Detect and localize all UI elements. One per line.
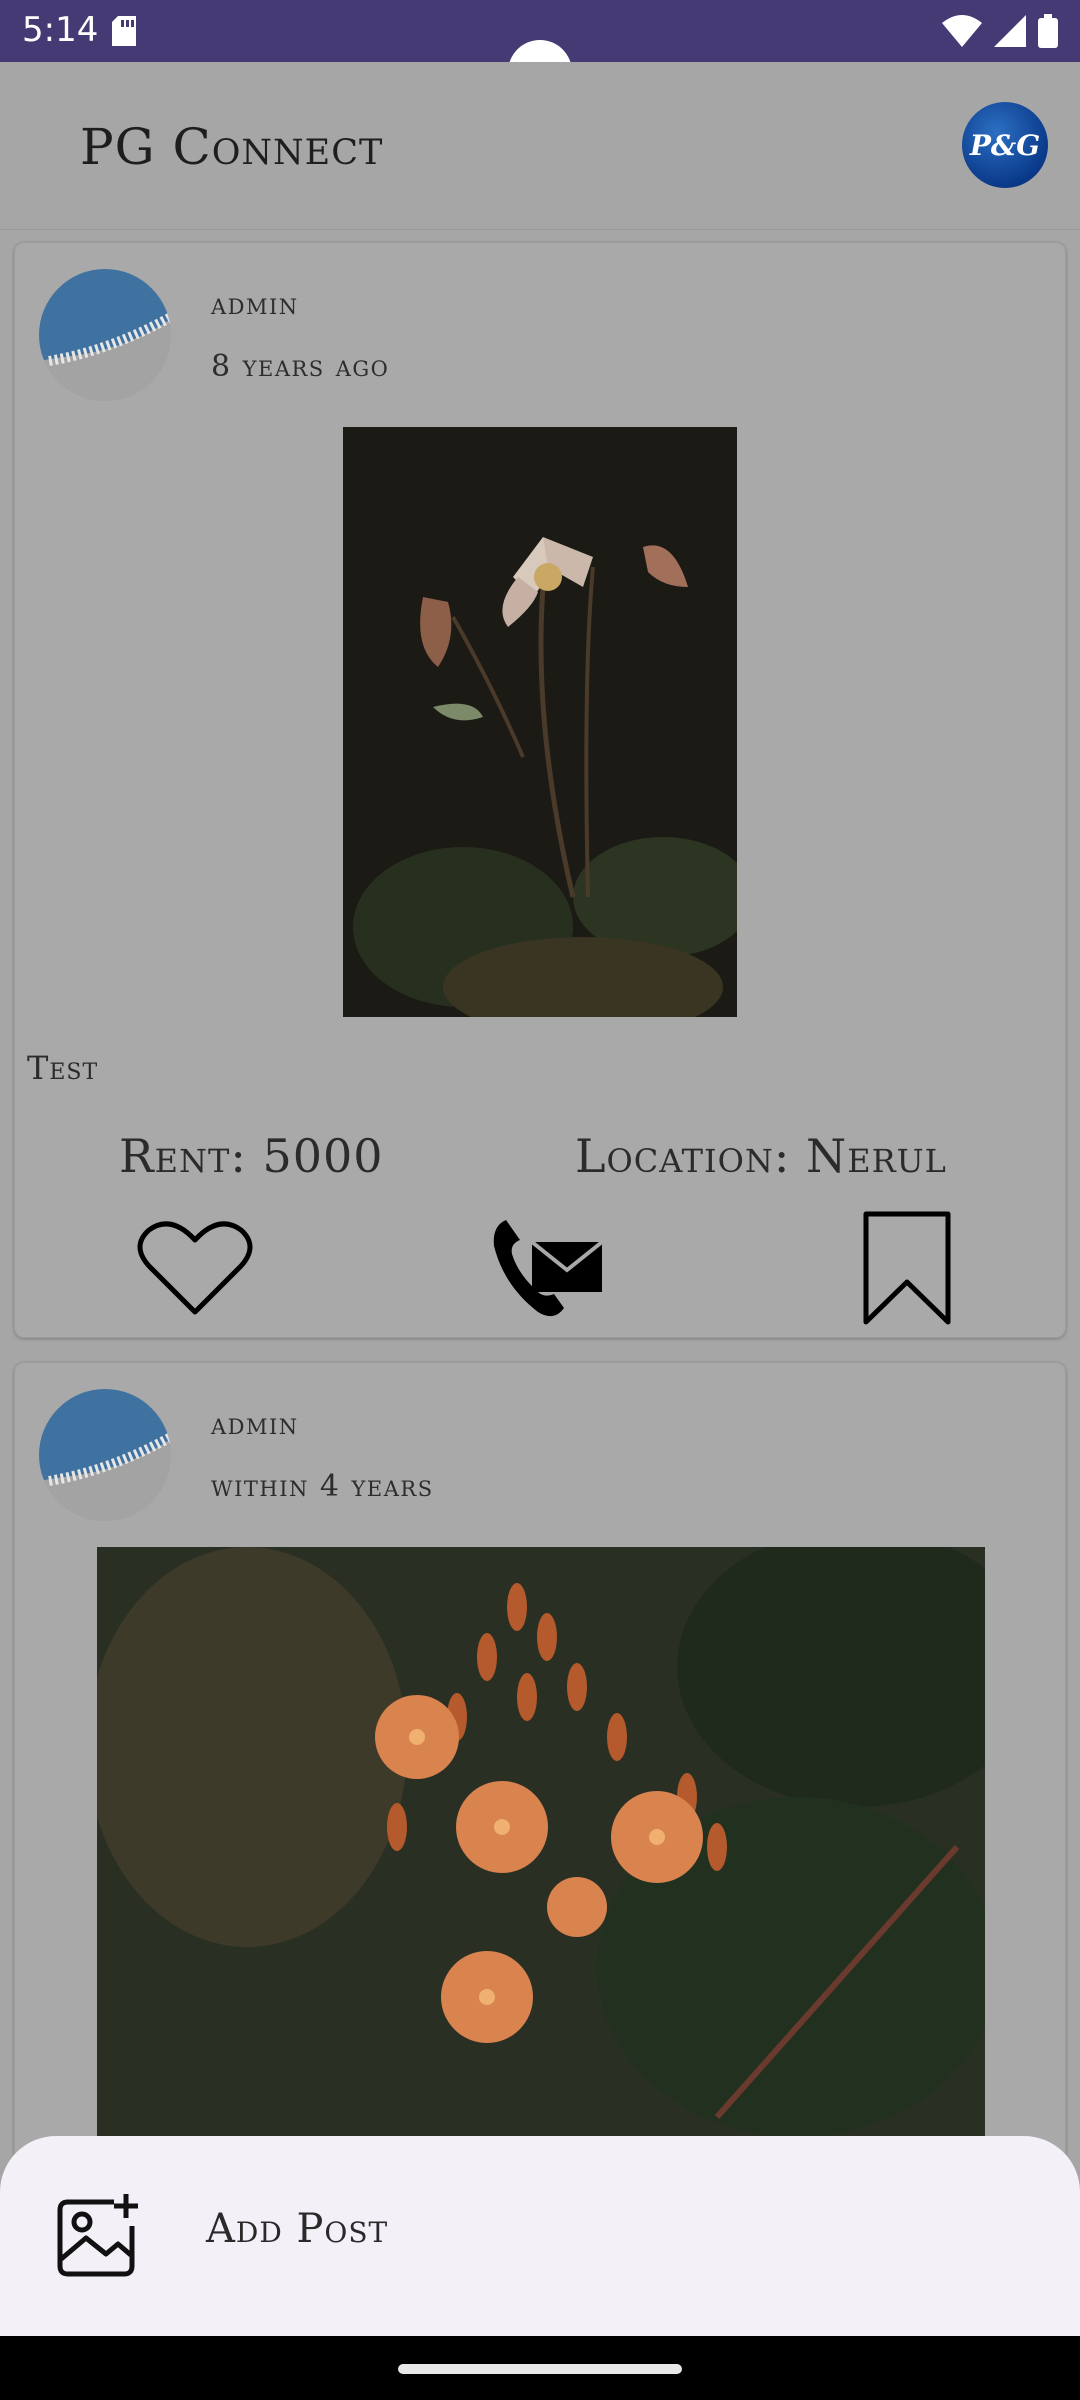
post-rent: Rent: 5000 bbox=[119, 1129, 384, 1183]
bookmark-icon bbox=[862, 1210, 952, 1330]
post-card: admin 8 years ago Test Rent: 5000 Locati… bbox=[14, 242, 1066, 1338]
home-gesture-handle[interactable] bbox=[398, 2364, 682, 2374]
status-time: 5:14 bbox=[22, 10, 99, 50]
contact-button[interactable] bbox=[479, 1215, 615, 1325]
post-username: admin bbox=[211, 287, 299, 322]
sd-card-icon bbox=[112, 16, 138, 50]
bookmark-button[interactable] bbox=[839, 1209, 975, 1331]
heart-icon bbox=[137, 1218, 253, 1322]
post-location: Location: Nerul bbox=[575, 1129, 947, 1183]
signal-icon bbox=[994, 15, 1026, 51]
post-image[interactable] bbox=[343, 427, 737, 1017]
battery-icon bbox=[1038, 14, 1058, 52]
post-card: admin within 4 years bbox=[14, 1362, 1066, 2182]
app-title: PG Connect bbox=[80, 118, 384, 176]
avatar bbox=[39, 1389, 171, 1521]
add-image-icon bbox=[56, 2192, 142, 2282]
pg-logo[interactable]: P&G bbox=[962, 102, 1048, 188]
post-image[interactable] bbox=[97, 1547, 985, 2147]
bottom-sheet: Add Post bbox=[0, 2136, 1080, 2336]
like-button[interactable] bbox=[127, 1215, 263, 1325]
app-bar: PG Connect P&G bbox=[0, 62, 1080, 230]
wifi-icon bbox=[942, 15, 982, 51]
post-timestamp: 8 years ago bbox=[211, 349, 390, 384]
add-post-button[interactable]: Add Post bbox=[0, 2136, 1080, 2336]
phone-mail-icon bbox=[492, 1216, 604, 1324]
post-timestamp: within 4 years bbox=[211, 1469, 434, 1504]
avatar bbox=[39, 269, 171, 401]
post-username: admin bbox=[211, 1407, 299, 1442]
add-post-label: Add Post bbox=[206, 2206, 389, 2252]
post-caption: Test bbox=[27, 1049, 99, 1087]
